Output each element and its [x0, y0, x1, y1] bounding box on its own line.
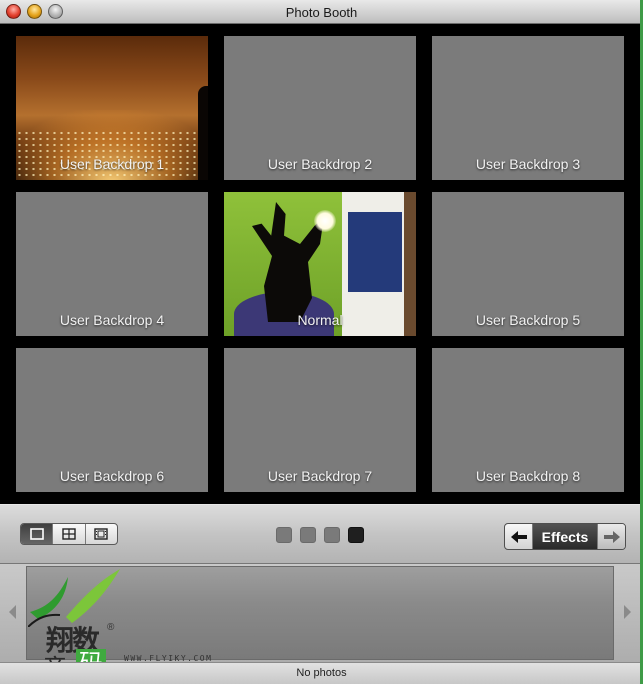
scroll-right-icon[interactable]	[620, 602, 634, 622]
next-effects-button[interactable]	[597, 524, 625, 549]
effect-tile-label: User Backdrop 1	[59, 156, 165, 172]
effects-navigator: Effects	[504, 523, 626, 550]
movie-clip-icon	[94, 528, 109, 540]
effect-tile-label: User Backdrop 7	[267, 468, 373, 484]
single-photo-icon	[29, 528, 44, 540]
movie-clip-mode-button[interactable]	[86, 524, 117, 544]
four-up-mode-button[interactable]	[53, 524, 86, 544]
effect-tile-user-backdrop-8[interactable]: User Backdrop 8	[432, 348, 624, 492]
page-dot-4[interactable]	[348, 527, 364, 543]
status-bar: No photos	[0, 662, 643, 684]
effect-tile-label: User Backdrop 6	[59, 468, 165, 484]
arrow-right-icon	[603, 530, 620, 543]
effect-tile-label: User Backdrop 5	[475, 312, 581, 328]
effect-tile-label: User Backdrop 2	[267, 156, 373, 172]
arrow-left-icon	[510, 530, 527, 543]
effects-page-indicator	[276, 527, 364, 543]
effect-tile-user-backdrop-6[interactable]: User Backdrop 6	[16, 348, 208, 492]
effects-button[interactable]: Effects	[533, 524, 597, 549]
effect-tile-label: User Backdrop 3	[475, 156, 581, 172]
effects-grid: User Backdrop 1 User Backdrop 2 User Bac…	[0, 24, 643, 504]
page-dot-2[interactable]	[300, 527, 316, 543]
toolbar: Effects	[0, 504, 643, 564]
page-dot-3[interactable]	[324, 527, 340, 543]
effect-tile-user-backdrop-5[interactable]: User Backdrop 5	[432, 192, 624, 336]
watermark-logo: 翔数 意 码 ®	[16, 567, 136, 684]
four-up-icon	[62, 528, 76, 540]
title-bar[interactable]: Photo Booth	[0, 0, 643, 24]
leaf-logo-icon	[28, 569, 120, 627]
effect-tile-user-backdrop-3[interactable]: User Backdrop 3	[432, 36, 624, 180]
photo-booth-window: Photo Booth User Backdrop 1 User Backdro…	[0, 0, 643, 684]
previous-effects-button[interactable]	[505, 524, 533, 549]
effect-tile-user-backdrop-4[interactable]: User Backdrop 4	[16, 192, 208, 336]
effect-tile-user-backdrop-1[interactable]: User Backdrop 1	[16, 36, 208, 180]
page-dot-1[interactable]	[276, 527, 292, 543]
effect-tile-label: User Backdrop 4	[59, 312, 165, 328]
effect-tile-label: Normal	[297, 312, 343, 328]
effect-tile-user-backdrop-2[interactable]: User Backdrop 2	[224, 36, 416, 180]
effect-tile-label: User Backdrop 8	[475, 468, 581, 484]
window-title: Photo Booth	[285, 5, 358, 20]
effect-tile-user-backdrop-7[interactable]: User Backdrop 7	[224, 348, 416, 492]
view-mode-selector	[20, 523, 118, 545]
single-photo-mode-button[interactable]	[21, 524, 54, 544]
status-text: No photos	[296, 667, 347, 679]
effect-tile-normal[interactable]: Normal	[224, 192, 416, 336]
